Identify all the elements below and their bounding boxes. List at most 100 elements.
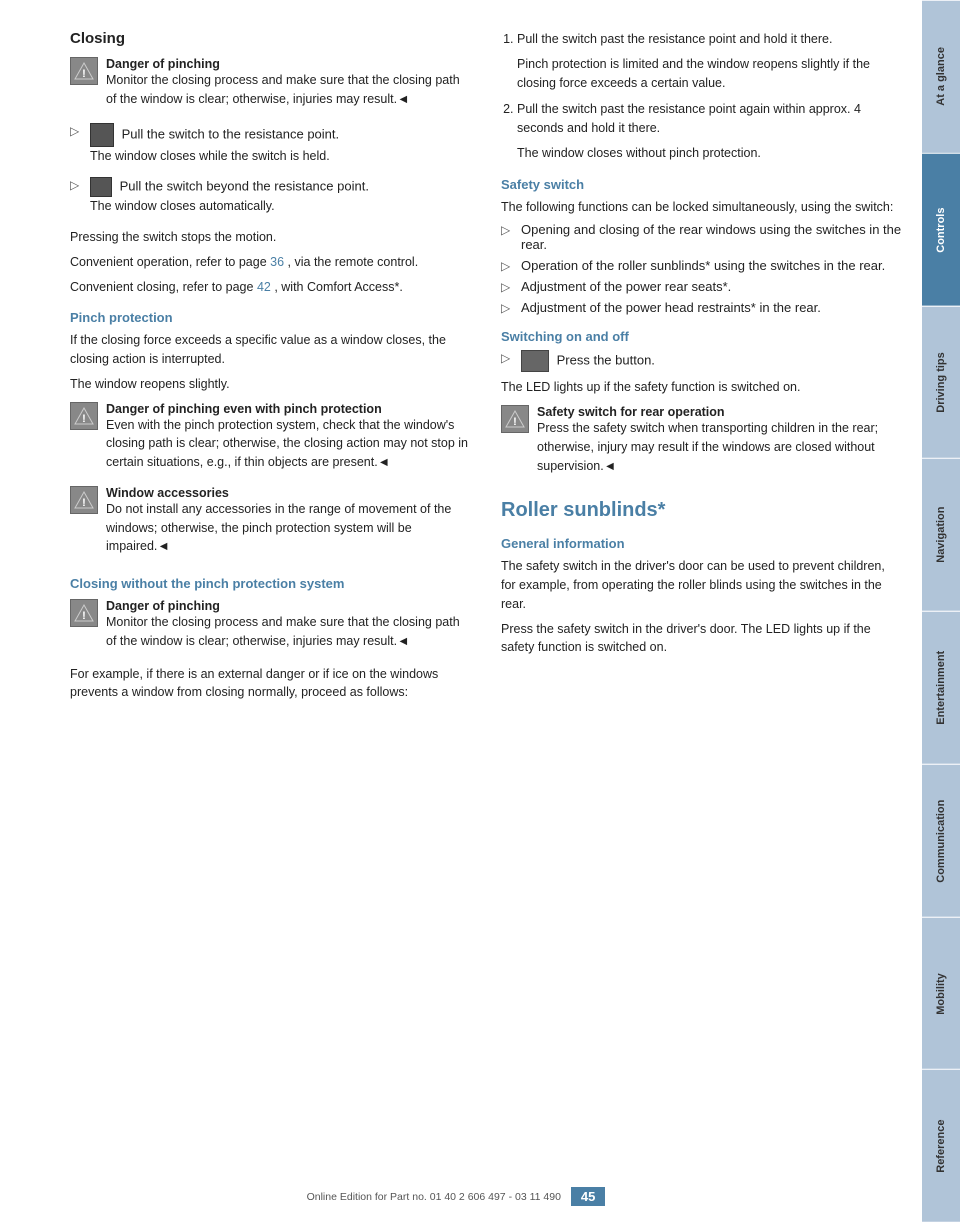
two-columns-layout: Closing ! Danger of pinching Monitor the… bbox=[70, 30, 902, 708]
warning-text-3: Window accessories Do not install any ac… bbox=[106, 486, 471, 562]
general-text-2: Press the safety switch in the driver's … bbox=[501, 620, 902, 658]
list-item-2-sub: The window closes without pinch protecti… bbox=[517, 144, 902, 163]
warning-text-4: Danger of pinching Monitor the closing p… bbox=[106, 599, 471, 657]
arrow-content-2: Pull the switch beyond the resistance po… bbox=[90, 177, 369, 222]
safety-item-3: ▷ Adjustment of the power rear seats*. bbox=[501, 279, 902, 294]
arrow-sym-sw: ▷ bbox=[501, 351, 515, 365]
list-item-2-text: Pull the switch past the resistance poin… bbox=[517, 100, 902, 138]
arrow-sym-s4: ▷ bbox=[501, 301, 515, 315]
switching-text-1: Press the button. bbox=[557, 353, 655, 368]
warning-block-2: ! Danger of pinching even with pinch pro… bbox=[70, 402, 471, 478]
page-link-36[interactable]: 36 bbox=[270, 255, 284, 269]
general-info-title: General information bbox=[501, 536, 902, 551]
safety-item-1-text: Opening and closing of the rear windows … bbox=[521, 222, 902, 252]
text-3-cont: , with Comfort Access*. bbox=[274, 280, 403, 294]
warning-icon-3: ! bbox=[70, 486, 98, 514]
arrow-sym-s2: ▷ bbox=[501, 259, 515, 273]
warning-block-1: ! Danger of pinching Monitor the closing… bbox=[70, 57, 471, 115]
safety-item-1: ▷ Opening and closing of the rear window… bbox=[501, 222, 902, 252]
safety-item-4: ▷ Adjustment of the power head restraint… bbox=[501, 300, 902, 315]
safety-item-2: ▷ Operation of the roller sunblinds* usi… bbox=[501, 258, 902, 273]
arrow-symbol-2: ▷ bbox=[70, 178, 84, 192]
safety-item-4-text: Adjustment of the power head restraints*… bbox=[521, 300, 821, 315]
warning-icon-2: ! bbox=[70, 402, 98, 430]
safety-switch-title: Safety switch bbox=[501, 177, 902, 192]
warning-title-5: Safety switch for rear operation bbox=[537, 405, 902, 419]
right-column: Pull the switch past the resistance poin… bbox=[501, 30, 902, 708]
warning-title-4: Danger of pinching bbox=[106, 599, 471, 613]
switching-press-content: Press the button. bbox=[521, 350, 655, 372]
page-link-42[interactable]: 42 bbox=[257, 280, 271, 294]
safety-items-list: ▷ Opening and closing of the rear window… bbox=[501, 222, 902, 315]
warning-block-5: ! Safety switch for rear operation Press… bbox=[501, 405, 902, 481]
sidebar-tab-driving-tips[interactable]: Driving tips bbox=[922, 306, 960, 459]
warning-title-2: Danger of pinching even with pinch prote… bbox=[106, 402, 471, 416]
list-item-1: Pull the switch past the resistance poin… bbox=[517, 30, 902, 92]
warning-block-4: ! Danger of pinching Monitor the closing… bbox=[70, 599, 471, 657]
warning-text-1: Danger of pinching Monitor the closing p… bbox=[106, 57, 471, 115]
sidebar-tab-navigation[interactable]: Navigation bbox=[922, 458, 960, 611]
text-2-cont: , via the remote control. bbox=[288, 255, 419, 269]
warning-desc-2: Even with the pinch protection system, c… bbox=[106, 416, 471, 472]
svg-text:!: ! bbox=[82, 610, 86, 622]
sidebar-tab-controls[interactable]: Controls bbox=[922, 153, 960, 306]
list-item-1-sub: Pinch protection is limited and the wind… bbox=[517, 55, 902, 93]
list-item-2: Pull the switch past the resistance poin… bbox=[517, 100, 902, 162]
pinch-protection-title: Pinch protection bbox=[70, 310, 471, 325]
arrow-subtext-1: The window closes while the switch is he… bbox=[90, 147, 339, 166]
switch-icon-1 bbox=[90, 123, 114, 147]
arrow-symbol-1: ▷ bbox=[70, 124, 84, 138]
warning-title-1: Danger of pinching bbox=[106, 57, 471, 71]
warning-icon-1: ! bbox=[70, 57, 98, 85]
arrow-sym-s3: ▷ bbox=[501, 280, 515, 294]
warning-title-3: Window accessories bbox=[106, 486, 471, 500]
sidebar-tab-entertainment[interactable]: Entertainment bbox=[922, 611, 960, 764]
arrow-sym-s1: ▷ bbox=[501, 223, 515, 237]
warning-icon-4: ! bbox=[70, 599, 98, 627]
arrow-item-1: ▷ Pull the switch to the resistance poin… bbox=[70, 123, 471, 172]
switching-press: ▷ Press the button. bbox=[501, 350, 902, 372]
section-title: Closing bbox=[70, 30, 471, 47]
list-item-1-text: Pull the switch past the resistance poin… bbox=[517, 30, 902, 49]
arrow-text-2: Pull the switch beyond the resistance po… bbox=[120, 179, 369, 194]
closing-text-1: For example, if there is an external dan… bbox=[70, 665, 471, 703]
text-3-part1: Convenient closing, refer to page bbox=[70, 280, 253, 294]
text-1: Pressing the switch stops the motion. bbox=[70, 228, 471, 247]
arrow-item-2: ▷ Pull the switch beyond the resistance … bbox=[70, 177, 471, 222]
warning-desc-4: Monitor the closing process and make sur… bbox=[106, 613, 471, 651]
pinch-text-1: If the closing force exceeds a specific … bbox=[70, 331, 471, 369]
main-content: Closing ! Danger of pinching Monitor the… bbox=[0, 0, 922, 1222]
warning-desc-5: Press the safety switch when transportin… bbox=[537, 419, 902, 475]
text-2-part1: Convenient operation, refer to page bbox=[70, 255, 267, 269]
page-container: Closing ! Danger of pinching Monitor the… bbox=[0, 0, 960, 1222]
button-icon-switch bbox=[521, 350, 549, 372]
text-3: Convenient closing, refer to page 42 , w… bbox=[70, 278, 471, 297]
general-text-1: The safety switch in the driver's door c… bbox=[501, 557, 902, 613]
switching-text-2: The LED lights up if the safety function… bbox=[501, 378, 902, 397]
arrow-text-1: Pull the switch to the resistance point. bbox=[122, 126, 340, 141]
text-2: Convenient operation, refer to page 36 ,… bbox=[70, 253, 471, 272]
left-column: Closing ! Danger of pinching Monitor the… bbox=[70, 30, 471, 708]
warning-icon-5: ! bbox=[501, 405, 529, 433]
safety-item-2-text: Operation of the roller sunblinds* using… bbox=[521, 258, 885, 273]
warning-desc-3: Do not install any accessories in the ra… bbox=[106, 500, 471, 556]
safety-item-3-text: Adjustment of the power rear seats*. bbox=[521, 279, 731, 294]
warning-desc-1: Monitor the closing process and make sur… bbox=[106, 71, 471, 109]
page-number: 45 bbox=[571, 1187, 605, 1206]
sidebar-tab-at-a-glance[interactable]: At a glance bbox=[922, 0, 960, 153]
closing-without-title: Closing without the pinch protection sys… bbox=[70, 576, 471, 591]
sidebar-tab-mobility[interactable]: Mobility bbox=[922, 917, 960, 1070]
page-footer: Online Edition for Part no. 01 40 2 606 … bbox=[0, 1187, 922, 1206]
svg-text:!: ! bbox=[513, 416, 517, 428]
switching-title: Switching on and off bbox=[501, 329, 902, 344]
sidebar-tab-reference[interactable]: Reference bbox=[922, 1069, 960, 1222]
switch-icon-2 bbox=[90, 177, 112, 197]
warning-text-5: Safety switch for rear operation Press t… bbox=[537, 405, 902, 481]
warning-text-2: Danger of pinching even with pinch prote… bbox=[106, 402, 471, 478]
footer-text: Online Edition for Part no. 01 40 2 606 … bbox=[307, 1191, 561, 1203]
sidebar-tab-communication[interactable]: Communication bbox=[922, 764, 960, 917]
safety-switch-text: The following functions can be locked si… bbox=[501, 198, 902, 217]
right-sidebar: At a glance Controls Driving tips Naviga… bbox=[922, 0, 960, 1222]
warning-block-3: ! Window accessories Do not install any … bbox=[70, 486, 471, 562]
pinch-text-2: The window reopens slightly. bbox=[70, 375, 471, 394]
